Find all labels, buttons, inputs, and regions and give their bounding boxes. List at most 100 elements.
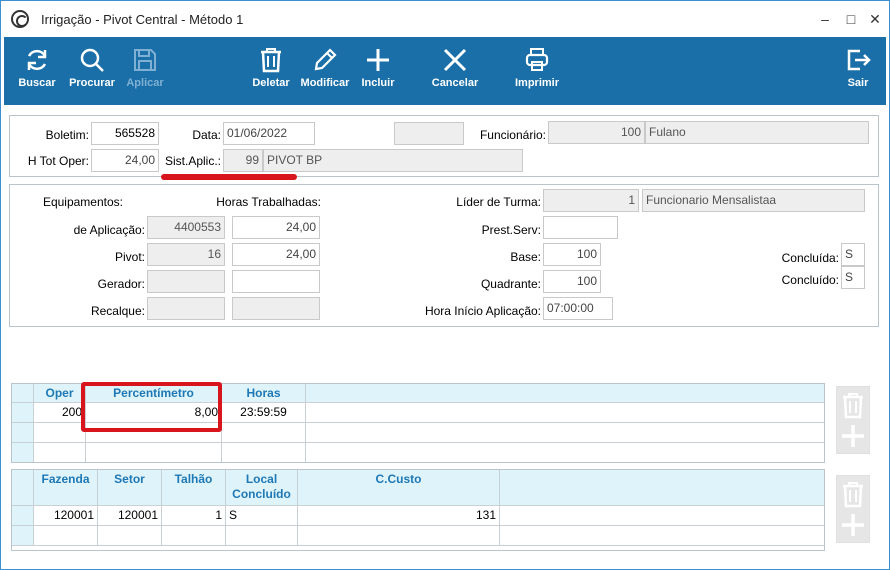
app-logo-icon (11, 10, 29, 28)
col-fazenda-header[interactable]: Fazenda (34, 470, 98, 506)
plus-icon[interactable] (840, 512, 866, 538)
title-bar: Irrigação - Pivot Central - Método 1 – □… (1, 1, 889, 37)
col-horas-header[interactable]: Horas (222, 384, 306, 403)
hora-inicio-field[interactable]: 07:00:00 (543, 297, 613, 320)
plus-icon[interactable] (840, 423, 866, 449)
maximize-icon[interactable]: □ (839, 7, 863, 31)
empty-cell[interactable] (298, 526, 500, 546)
recalque-label: Recalque: (90, 304, 145, 318)
sist-aplic-label: Sist.Aplic.: (164, 154, 221, 168)
concluida-field[interactable]: S (841, 243, 865, 266)
col-setor-header[interactable]: Setor (98, 470, 162, 506)
cancelar-button[interactable]: Cancelar (429, 37, 481, 105)
recalque-equip-field (147, 297, 225, 320)
prest-serv-field[interactable] (543, 216, 618, 239)
col-ccusto-header[interactable]: C.Custo (298, 470, 500, 506)
table-row-local-concluido-cell[interactable]: S (226, 506, 298, 526)
modificar-button[interactable]: Modificar (297, 37, 353, 105)
empty-cell[interactable] (162, 526, 226, 546)
imprimir-button[interactable]: Imprimir (509, 37, 565, 105)
table-row-fazenda-cell[interactable]: 120001 (34, 506, 98, 526)
red-highlight-box (81, 382, 222, 432)
row-indicator-empty (12, 423, 34, 443)
row-indicator[interactable] (12, 506, 34, 526)
concluido-label: Concluído: (781, 273, 839, 287)
grid1-side-buttons (836, 386, 870, 454)
row-indicator-header (12, 384, 34, 403)
funcionario-label: Funcionário: (479, 128, 546, 142)
lider-turma-label: Líder de Turma: (456, 195, 541, 209)
empty-cell (306, 423, 824, 443)
empty-cell[interactable] (86, 443, 222, 462)
base-field[interactable]: 100 (543, 243, 601, 266)
aplicar-label: Aplicar (126, 77, 164, 89)
gerador-horas-field[interactable] (232, 270, 320, 293)
table-row-ccusto-cell[interactable]: 131 (298, 506, 500, 526)
pivot-equip-field: 16 (147, 243, 225, 266)
col-talhao-header[interactable]: Talhão (162, 470, 226, 506)
exit-icon (847, 49, 871, 71)
col-oper-header[interactable]: Oper (34, 384, 86, 403)
incluir-label: Incluir (361, 77, 395, 89)
empty-cell[interactable] (34, 443, 86, 462)
equipamentos-label: Equipamentos: (42, 195, 123, 209)
data-field[interactable]: 01/06/2022 (223, 122, 315, 145)
procurar-label: Procurar (69, 77, 115, 89)
red-underline-annotation (161, 174, 297, 180)
app-window: Irrigação - Pivot Central - Método 1 – □… (0, 0, 890, 570)
sair-button[interactable]: Sair (840, 37, 876, 105)
deletar-label: Deletar (252, 77, 290, 89)
empty-cell[interactable] (98, 526, 162, 546)
sair-label: Sair (847, 77, 869, 89)
grid1-header-filler (306, 384, 824, 403)
pivot-label: Pivot: (114, 250, 145, 264)
boletim-field[interactable]: 565528 (91, 122, 159, 145)
pivot-horas-field[interactable]: 24,00 (232, 243, 320, 266)
empty-cell[interactable] (34, 423, 86, 443)
empty-cell (500, 526, 824, 546)
fazenda-grid: Fazenda Setor Talhão Local Concluído C.C… (11, 469, 825, 551)
quadrante-label: Quadrante: (480, 277, 541, 291)
empty-cell[interactable] (222, 423, 306, 443)
lider-name-field: Funcionario Mensalistaa (642, 189, 865, 212)
boletim-label: Boletim: (45, 128, 89, 142)
trash-icon[interactable] (840, 480, 866, 508)
lider-code-field: 1 (543, 189, 639, 212)
deletar-button[interactable]: Deletar (248, 37, 294, 105)
col-local-concluido-header[interactable]: Local Concluído (226, 470, 298, 506)
concluida-label: Concluída: (781, 251, 839, 265)
refresh-icon (27, 49, 47, 71)
empty-cell[interactable] (226, 526, 298, 546)
empty-cell[interactable] (222, 443, 306, 462)
gerador-label: Gerador: (97, 277, 145, 291)
funcionario-code-field: 100 (548, 121, 645, 144)
blank-readonly-field (394, 122, 464, 145)
hora-inicio-label: Hora Início Aplicação: (424, 304, 541, 318)
row-indicator[interactable] (12, 403, 34, 423)
concluido-field[interactable]: S (841, 266, 865, 289)
htot-label: H Tot Oper: (27, 154, 89, 168)
trash-icon[interactable] (840, 391, 866, 419)
modificar-label: Modificar (300, 77, 350, 89)
close-icon[interactable]: ✕ (863, 7, 887, 31)
aplicacao-horas-field[interactable]: 24,00 (232, 216, 320, 239)
aplicar-button[interactable]: Aplicar (122, 37, 168, 105)
toolbar: Buscar Procurar Aplicar Deletar Modifica… (4, 37, 886, 105)
procurar-button[interactable]: Procurar (64, 37, 120, 105)
htot-field[interactable]: 24,00 (91, 149, 159, 172)
grid2-header-filler (500, 470, 824, 506)
table-row-horas-cell[interactable]: 23:59:59 (222, 403, 306, 423)
buscar-label: Buscar (18, 77, 56, 89)
table-row-oper-cell[interactable]: 200 (34, 403, 86, 423)
buscar-button[interactable]: Buscar (12, 37, 62, 105)
table-row-talhao-cell[interactable]: 1 (162, 506, 226, 526)
data-label: Data: (192, 128, 221, 142)
empty-cell[interactable] (34, 526, 98, 546)
quadrante-field[interactable]: 100 (543, 270, 601, 293)
incluir-button[interactable]: Incluir (356, 37, 400, 105)
table-row-setor-cell[interactable]: 120001 (98, 506, 162, 526)
prest-serv-label: Prest.Serv: (481, 223, 541, 237)
cancelar-label: Cancelar (431, 77, 479, 89)
row-indicator-empty (12, 443, 34, 462)
minimize-icon[interactable]: – (813, 7, 837, 31)
